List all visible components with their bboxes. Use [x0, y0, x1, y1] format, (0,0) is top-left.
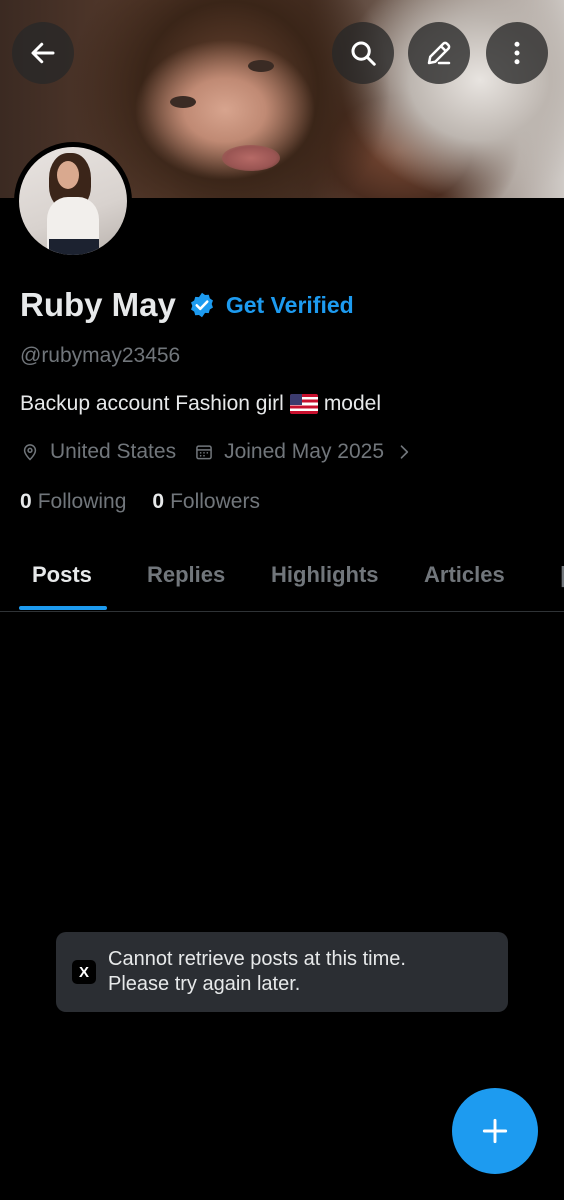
search-icon	[351, 41, 376, 66]
avatar[interactable]	[14, 142, 132, 260]
compose-post-button[interactable]	[452, 1088, 538, 1174]
x-logo-icon: X	[72, 960, 96, 984]
tab-articles[interactable]: Articles	[424, 562, 505, 588]
edit-button[interactable]	[408, 22, 470, 84]
more-vertical-icon	[514, 41, 520, 65]
location-pin-icon	[23, 444, 37, 461]
banner-eye-left	[170, 96, 196, 108]
profile-meta: United States Joined May 2025	[20, 440, 414, 464]
following-link[interactable]: 0 Following	[20, 490, 126, 514]
bio: Backup account Fashion girl model	[20, 392, 381, 416]
follow-stats: 0 Following 0 Followers	[20, 490, 286, 514]
following-count: 0	[20, 490, 32, 513]
banner-eye-right	[248, 60, 274, 72]
chevron-right-icon[interactable]	[394, 442, 414, 462]
bio-text-start: Backup account Fashion girl	[20, 392, 284, 415]
tab-highlights[interactable]: Highlights	[271, 562, 379, 588]
avatar-jeans	[49, 239, 99, 255]
toast-message: Cannot retrieve posts at this time. Plea…	[108, 947, 406, 997]
pencil-icon	[427, 41, 451, 65]
username-handle: @rubymay23456	[20, 344, 181, 367]
avatar-face	[57, 161, 79, 189]
plus-icon	[482, 1118, 508, 1144]
calendar-icon	[196, 445, 212, 460]
bio-text-end: model	[323, 392, 382, 415]
tab-posts[interactable]: Posts	[32, 562, 92, 588]
verified-badge-icon[interactable]	[188, 291, 216, 319]
tab-replies[interactable]: Replies	[147, 562, 225, 588]
avatar-photo	[19, 147, 127, 255]
toast-line-1: Cannot retrieve posts at this time.	[108, 948, 406, 970]
followers-link[interactable]: 0 Followers	[152, 490, 260, 514]
followers-label: Followers	[170, 490, 260, 513]
display-name: Ruby May	[20, 286, 176, 323]
location-text: United States	[50, 440, 177, 463]
back-button[interactable]	[12, 22, 74, 84]
following-label: Following	[37, 490, 127, 513]
toast-line-2: Please try again later.	[108, 973, 301, 995]
arrow-left-icon	[31, 42, 55, 64]
us-flag-emoji	[289, 394, 318, 414]
get-verified-link[interactable]: Get Verified	[226, 292, 354, 319]
name-row: Ruby May Get Verified	[20, 286, 354, 324]
more-button[interactable]	[486, 22, 548, 84]
followers-count: 0	[152, 490, 165, 513]
active-tab-indicator	[19, 606, 107, 610]
profile-tabs: Posts Replies Highlights Articles |	[0, 548, 564, 612]
tab-more-clipped[interactable]: |	[560, 562, 564, 588]
joined-date: Joined May 2025	[224, 440, 385, 463]
banner-lips	[222, 145, 280, 171]
search-button[interactable]	[332, 22, 394, 84]
error-toast: X Cannot retrieve posts at this time. Pl…	[56, 932, 508, 1012]
